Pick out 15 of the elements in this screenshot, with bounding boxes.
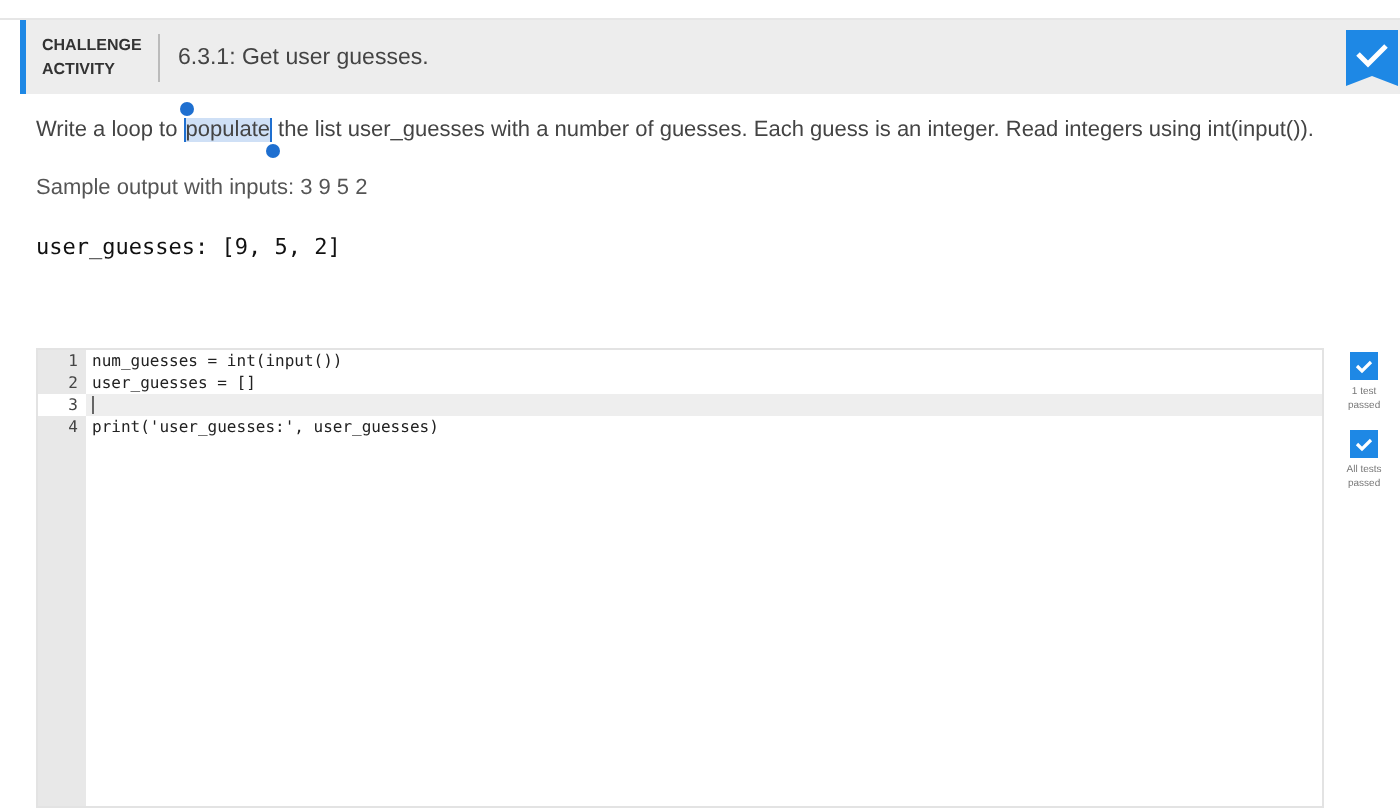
code-editor[interactable]: 1 num_guesses = int(input()) 2 user_guesses = [] 3 4 print('user_guesses:', user_guesses) [36,348,1325,808]
activity-title: 6.3.1: Get user guesses. [178,45,431,69]
instructions-text: Write a loop to populate the list user_guesses with a number of guesses. Each guess is an integer. Read integers using int(input()). [36,118,1316,142]
line-number: 4 [66,418,80,436]
sample-label: Sample output with inputs: 3 9 5 2 [36,176,370,200]
selection-handle[interactable] [266,144,280,158]
line-number: 1 [66,352,80,370]
activity-label: CHALLENGE ACTIVITY [26,33,160,81]
code-line: num_guesses = int(input()) [90,352,343,370]
sample-output: user_guesses: [9, 5, 2] [36,234,343,260]
code-line: print('user_guesses:', user_guesses) [90,418,439,436]
code-line: user_guesses = [] [90,374,256,392]
selection-handle[interactable] [180,102,194,116]
line-number: 3 [66,396,80,414]
line-number: 2 [66,374,80,392]
